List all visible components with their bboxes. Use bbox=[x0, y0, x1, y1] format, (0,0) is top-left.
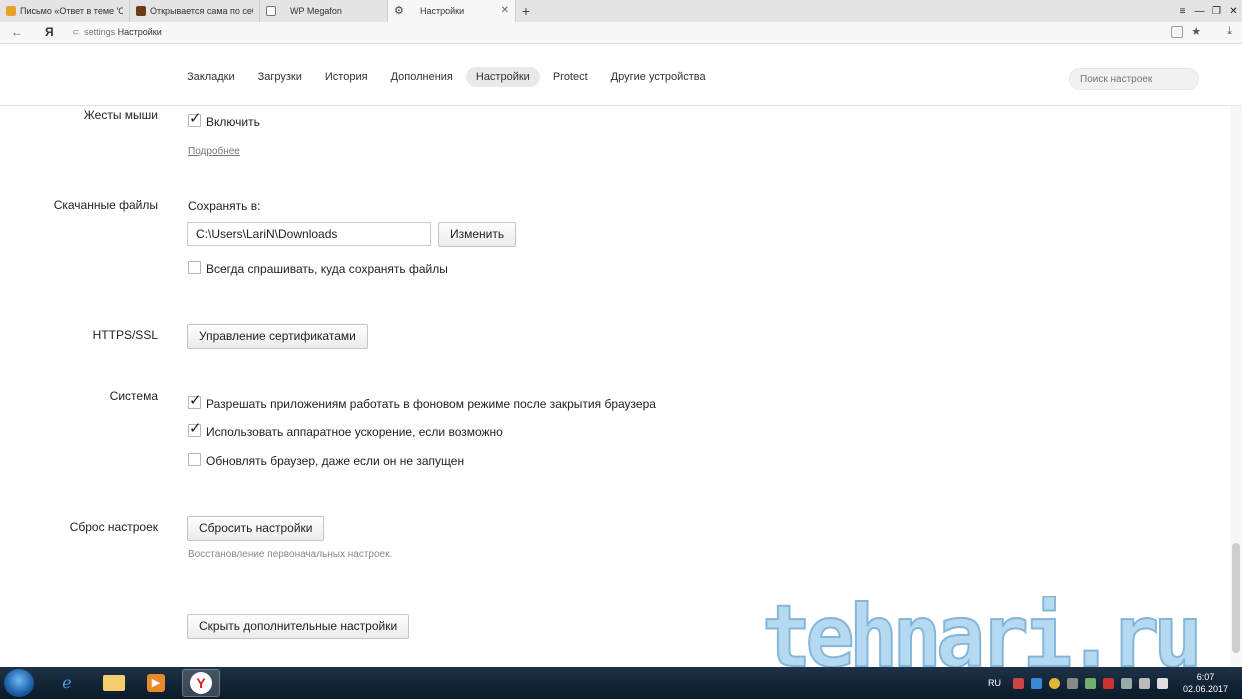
tab-title: WP Megafon bbox=[290, 6, 342, 16]
hw-acceleration-checkbox[interactable] bbox=[188, 419, 202, 437]
tray-yandex-icon[interactable] bbox=[1048, 677, 1060, 689]
url-page: Настройки bbox=[117, 27, 162, 37]
menu-icon[interactable]: ≡ bbox=[1174, 0, 1191, 22]
settings-search-input[interactable] bbox=[1069, 68, 1199, 90]
tab-forum[interactable]: Открывается сама по себе bbox=[130, 0, 260, 22]
enable-gestures-text: Включить bbox=[206, 115, 260, 129]
nav-bookmarks[interactable]: Закладки bbox=[177, 67, 245, 87]
background-apps-text: Разрешать приложениям работать в фоновом… bbox=[206, 397, 656, 411]
scrollbar-thumb[interactable] bbox=[1232, 543, 1240, 653]
media-player-icon[interactable]: ▶ bbox=[137, 669, 175, 697]
restore-icon[interactable]: ❐ bbox=[1208, 0, 1225, 22]
tray-antivirus-icon[interactable] bbox=[1102, 677, 1114, 689]
clock[interactable]: 6:07 02.06.2017 bbox=[1183, 671, 1228, 695]
settings-nav-items: Закладки Загрузки История Дополнения Нас… bbox=[177, 67, 719, 87]
https-label: HTTPS/SSL bbox=[92, 328, 158, 342]
tray-app-icon[interactable] bbox=[1012, 677, 1024, 689]
tab-title: Открывается сама по себе bbox=[150, 6, 253, 16]
nav-history[interactable]: История bbox=[315, 67, 378, 87]
watermark-logo: tehnari.ru bbox=[761, 596, 1200, 676]
reset-hint: Восстановление первоначальных настроек. bbox=[188, 549, 393, 560]
tab-mail[interactable]: Письмо «Ответ в теме 'Отв bbox=[0, 0, 130, 22]
ie-icon[interactable]: ℯ bbox=[48, 669, 86, 697]
yandex-logo-icon[interactable]: Я bbox=[45, 25, 54, 39]
tab-title: Письмо «Ответ в теме 'Отв bbox=[20, 6, 123, 16]
address-bar: ← Я ⊂ settings Настройки ★ ⤓ bbox=[0, 22, 1242, 44]
system-tray: RU 6:07 02.06.2017 bbox=[988, 667, 1242, 699]
update-browser-text: Обновлять браузер, даже если он не запущ… bbox=[206, 454, 465, 468]
hide-advanced-button[interactable]: Скрыть дополнительные настройки bbox=[187, 614, 410, 639]
reset-settings-button[interactable]: Сбросить настройки bbox=[187, 516, 325, 541]
enable-gestures-checkbox[interactable] bbox=[188, 109, 202, 127]
gear-icon: ⚙ bbox=[394, 5, 404, 17]
download-icon[interactable]: ⤓ bbox=[1227, 25, 1232, 38]
mouse-gestures-label: Жесты мыши bbox=[83, 108, 158, 122]
nav-protect[interactable]: Protect bbox=[543, 67, 598, 87]
url-protocol: settings bbox=[84, 27, 116, 37]
window-controls: ≡ — ❐ ✕ bbox=[1174, 0, 1242, 22]
yandex-browser-icon[interactable]: Y bbox=[182, 669, 220, 697]
bookmark-star-icon[interactable]: ★ bbox=[1191, 25, 1201, 38]
address-bar-actions: ★ ⤓ bbox=[1171, 25, 1232, 38]
tray-flag-icon[interactable] bbox=[1138, 677, 1150, 689]
manage-certificates-button[interactable]: Управление сертификатами bbox=[187, 324, 368, 349]
tray-volume-icon[interactable] bbox=[1156, 677, 1168, 689]
download-path-field[interactable]: C:\Users\LariN\Downloads bbox=[187, 222, 431, 246]
language-indicator[interactable]: RU bbox=[988, 678, 1001, 688]
close-tab-icon[interactable]: ✕ bbox=[501, 5, 509, 16]
minimize-icon[interactable]: — bbox=[1191, 0, 1208, 22]
reset-label: Сброс настроек bbox=[69, 520, 158, 534]
nav-downloads[interactable]: Загрузки bbox=[248, 67, 312, 87]
hw-acceleration-text: Использовать аппаратное ускорение, если … bbox=[206, 425, 503, 439]
downloads-label: Скачанные файлы bbox=[53, 198, 158, 212]
protocol-icon: ⊂ bbox=[72, 27, 80, 37]
back-arrow-icon[interactable]: ← bbox=[11, 25, 23, 39]
forum-favicon-icon bbox=[136, 6, 146, 16]
nav-other-devices[interactable]: Другие устройства bbox=[601, 67, 716, 87]
always-ask-text: Всегда спрашивать, куда сохранять файлы bbox=[206, 262, 448, 276]
update-browser-checkbox[interactable] bbox=[188, 453, 201, 466]
background-apps-checkbox[interactable] bbox=[188, 391, 202, 409]
new-tab-button[interactable]: + bbox=[516, 0, 536, 22]
save-to-label: Сохранять в: bbox=[188, 199, 261, 213]
change-path-button[interactable]: Изменить bbox=[438, 222, 517, 247]
nav-settings[interactable]: Настройки bbox=[465, 67, 540, 87]
settings-nav: Закладки Загрузки История Дополнения Нас… bbox=[0, 45, 1242, 106]
explorer-folder-icon[interactable] bbox=[95, 669, 133, 697]
tab-strip: Письмо «Ответ в теме 'Отв Открывается са… bbox=[0, 0, 1242, 22]
tab-settings[interactable]: ⚙ Настройки ✕ bbox=[388, 0, 516, 22]
tab-title: Настройки bbox=[420, 6, 465, 16]
close-window-icon[interactable]: ✕ bbox=[1225, 0, 1242, 22]
tray-settings-icon[interactable] bbox=[1066, 677, 1078, 689]
svg-text:tehnari.ru: tehnari.ru bbox=[762, 596, 1197, 676]
clock-date: 02.06.2017 bbox=[1182, 684, 1228, 694]
more-info-link[interactable]: Подробнее bbox=[188, 146, 240, 157]
start-button[interactable] bbox=[4, 669, 34, 697]
url-field[interactable]: ⊂ settings Настройки bbox=[72, 27, 162, 38]
nav-addons[interactable]: Дополнения bbox=[381, 67, 463, 87]
tray-power-icon[interactable] bbox=[1120, 677, 1132, 689]
tray-update-icon[interactable] bbox=[1084, 677, 1096, 689]
clock-time: 6:07 bbox=[1196, 672, 1215, 682]
tab-wp-megafon[interactable]: WP Megafon bbox=[260, 0, 388, 22]
page-icon bbox=[266, 6, 276, 16]
tray-network-icon[interactable] bbox=[1030, 677, 1042, 689]
system-label: Система bbox=[109, 389, 158, 403]
mail-favicon-icon bbox=[6, 6, 16, 16]
always-ask-checkbox[interactable] bbox=[188, 261, 201, 274]
windows-taskbar: ℯ ▶ Y RU 6:07 02.06.2017 bbox=[0, 667, 1242, 699]
extension-icon[interactable] bbox=[1171, 25, 1184, 38]
